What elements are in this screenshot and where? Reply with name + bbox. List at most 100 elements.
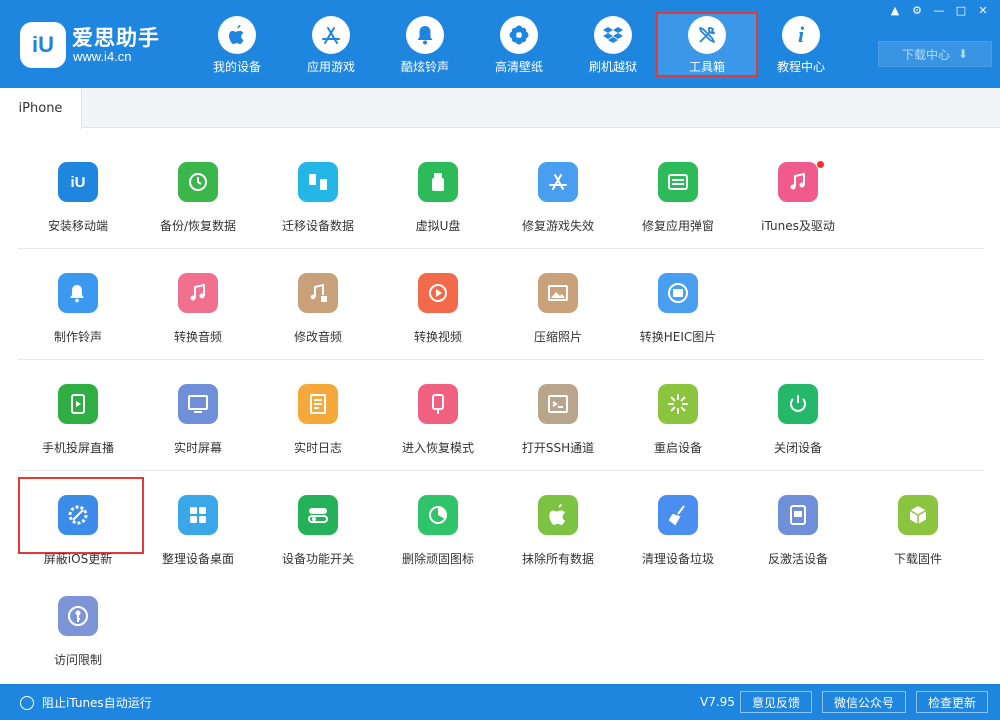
device-tabs: iPhone	[0, 88, 1000, 128]
tool-item[interactable]: 转换音频	[138, 273, 258, 353]
tool-item[interactable]: 迁移设备数据	[258, 162, 378, 242]
pie-icon	[418, 495, 458, 535]
tool-item[interactable]: iTunes及驱动	[738, 162, 858, 242]
tool-item[interactable]: 清理设备垃圾	[618, 495, 738, 575]
info-icon: i	[782, 16, 820, 54]
tool-label: 删除顽固图标	[378, 550, 498, 567]
tool-label: 清理设备垃圾	[618, 550, 738, 567]
check-update-button[interactable]: 检查更新	[916, 691, 988, 713]
flower-icon	[500, 16, 538, 54]
minimize-icon[interactable]: —	[930, 4, 948, 18]
usb-icon	[418, 162, 458, 202]
tool-item[interactable]: 虚拟U盘	[378, 162, 498, 242]
phone-cable-icon	[418, 384, 458, 424]
status-bar: 阻止iTunes自动运行 V7.95 意见反馈 微信公众号 检查更新	[0, 684, 1000, 720]
transfer-icon	[298, 162, 338, 202]
tool-row: 制作铃声转换音频修改音频转换视频压缩照片转换HEIC图片	[18, 249, 984, 360]
tool-item[interactable]: 转换HEIC图片	[618, 273, 738, 353]
feedback-button[interactable]: 意见反馈	[740, 691, 812, 713]
nav-label: 我的设备	[190, 58, 284, 75]
tool-label: 打开SSH通道	[498, 439, 618, 456]
bell-icon	[406, 16, 444, 54]
shirt-icon[interactable]: ▲	[886, 4, 904, 18]
nav-flash-jailbreak[interactable]: 刷机越狱	[566, 12, 660, 78]
tool-item[interactable]: 打开SSH通道	[498, 384, 618, 464]
tool-row: 访问限制	[18, 582, 984, 672]
apple-id-icon	[658, 162, 698, 202]
tablet-icon	[778, 495, 818, 535]
tool-item[interactable]: 修复游戏失效	[498, 162, 618, 242]
tool-label: 手机投屏直播	[18, 439, 138, 456]
tool-item[interactable]: 转换视频	[378, 273, 498, 353]
tool-row: 手机投屏直播实时屏幕实时日志进入恢复模式打开SSH通道重启设备关闭设备	[18, 360, 984, 471]
bell-plus-icon	[58, 273, 98, 313]
tool-label: 转换HEIC图片	[618, 328, 738, 345]
tool-item[interactable]: 修复应用弹窗	[618, 162, 738, 242]
tool-item[interactable]: 重启设备	[618, 384, 738, 464]
photo-convert-icon	[658, 273, 698, 313]
tool-label: 关闭设备	[738, 439, 858, 456]
tool-item[interactable]: 压缩照片	[498, 273, 618, 353]
close-icon[interactable]: ✕	[974, 4, 992, 18]
tool-item[interactable]: 进入恢复模式	[378, 384, 498, 464]
tool-item[interactable]: 抹除所有数据	[498, 495, 618, 575]
broom-icon	[658, 495, 698, 535]
tool-item[interactable]: 设备功能开关	[258, 495, 378, 575]
tool-label: 整理设备桌面	[138, 550, 258, 567]
tool-label: 备份/恢复数据	[138, 217, 258, 234]
tool-item[interactable]: 访问限制	[18, 596, 138, 676]
tool-item[interactable]: iU安装移动端	[18, 162, 138, 242]
play-icon	[418, 273, 458, 313]
tool-label: iTunes及驱动	[738, 217, 858, 234]
tool-item[interactable]: 删除顽固图标	[378, 495, 498, 575]
download-center-button[interactable]: 下载中心 ⬇	[878, 41, 992, 67]
app-logo: iU 爱思助手 www.i4.cn	[20, 20, 170, 70]
tool-item[interactable]: 实时日志	[258, 384, 378, 464]
tool-label: 设备功能开关	[258, 550, 378, 567]
tab-iphone[interactable]: iPhone	[0, 88, 82, 129]
tool-item[interactable]: 制作铃声	[18, 273, 138, 353]
tool-item[interactable]: 整理设备桌面	[138, 495, 258, 575]
nav-label: 教程中心	[754, 58, 848, 75]
nav-toolbox[interactable]: 工具箱	[660, 12, 754, 78]
photo-icon	[538, 273, 578, 313]
title-bar: iU 爱思助手 www.i4.cn 我的设备 应用游戏 酷炫铃声 高	[0, 0, 1000, 88]
tool-item[interactable]: 修改音频	[258, 273, 378, 353]
music-edit-icon	[298, 273, 338, 313]
tool-item[interactable]: 备份/恢复数据	[138, 162, 258, 242]
maximize-icon[interactable]: □	[952, 4, 970, 18]
power-icon	[778, 384, 818, 424]
i4-logo-icon: iU	[58, 162, 98, 202]
tool-item[interactable]: 反激活设备	[738, 495, 858, 575]
gear-icon[interactable]: ⚙	[908, 4, 926, 18]
tool-label: 转换视频	[378, 328, 498, 345]
tool-item[interactable]: 关闭设备	[738, 384, 858, 464]
nav-label: 刷机越狱	[566, 58, 660, 75]
tool-item[interactable]: 实时屏幕	[138, 384, 258, 464]
tool-item[interactable]: 屏蔽iOS更新	[18, 495, 138, 575]
wechat-button[interactable]: 微信公众号	[822, 691, 906, 713]
block-itunes-option[interactable]: 阻止iTunes自动运行	[20, 694, 152, 711]
i4-logo-icon: iU	[20, 22, 66, 68]
tool-label: 重启设备	[618, 439, 738, 456]
nav-wallpapers[interactable]: 高清壁纸	[472, 12, 566, 78]
nav-apps-games[interactable]: 应用游戏	[284, 12, 378, 78]
tool-label: 反激活设备	[738, 550, 858, 567]
tool-row: 屏蔽iOS更新整理设备桌面设备功能开关删除顽固图标抹除所有数据清理设备垃圾反激活…	[18, 471, 984, 582]
tool-label: 制作铃声	[18, 328, 138, 345]
toggle-icon	[298, 495, 338, 535]
nav-tutorials[interactable]: i 教程中心	[754, 12, 848, 78]
loading-icon	[658, 384, 698, 424]
nav-ringtones[interactable]: 酷炫铃声	[378, 12, 472, 78]
monitor-icon	[178, 384, 218, 424]
tool-item[interactable]: 下载固件	[858, 495, 978, 575]
nav-my-device[interactable]: 我的设备	[190, 12, 284, 78]
tool-label: 抹除所有数据	[498, 550, 618, 567]
radio-button[interactable]	[20, 696, 34, 710]
document-icon	[298, 384, 338, 424]
app-name: 爱思助手	[72, 22, 160, 52]
tool-label: 修改音频	[258, 328, 378, 345]
app-store-icon	[538, 162, 578, 202]
nav-label: 应用游戏	[284, 58, 378, 75]
tool-item[interactable]: 手机投屏直播	[18, 384, 138, 464]
